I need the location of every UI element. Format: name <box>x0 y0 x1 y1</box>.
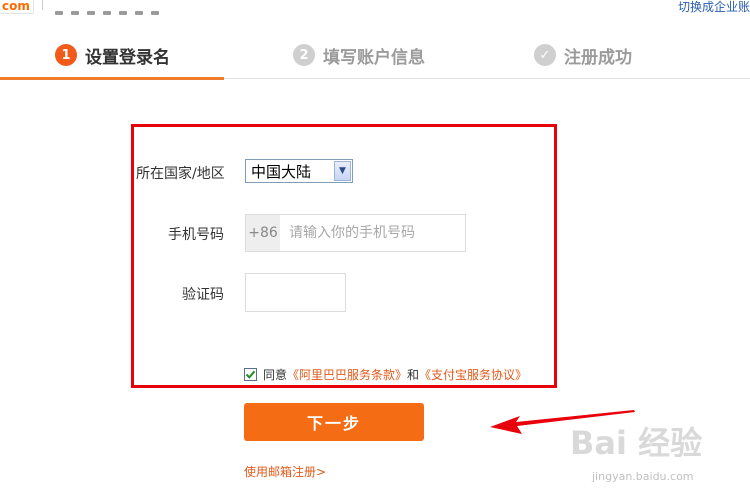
verification-code-input[interactable] <box>245 273 346 312</box>
phone-country-code: +86 <box>246 215 280 251</box>
active-step-indicator <box>0 77 224 80</box>
next-step-button[interactable]: 下一步 <box>244 403 424 441</box>
alibaba-terms-link[interactable]: 《阿里巴巴服务条款》 <box>287 366 407 383</box>
step-set-login-name: 1 设置登录名 <box>55 43 170 68</box>
logo[interactable]: com <box>0 0 34 14</box>
country-select[interactable]: 中国大陆 ▼ <box>245 159 353 183</box>
agree-and-text: 和 <box>407 368 420 382</box>
phone-input[interactable] <box>280 215 465 251</box>
step-number-badge: 2 <box>293 44 315 66</box>
check-icon: ✓ <box>534 44 556 66</box>
step-label: 设置登录名 <box>85 47 170 68</box>
watermark-logo: Bai 经验 <box>570 424 703 462</box>
phone-field-group: +86 <box>245 214 466 252</box>
switch-to-enterprise-link[interactable]: 切换成企业账 <box>678 0 750 15</box>
chevron-down-icon[interactable]: ▼ <box>334 161 351 181</box>
email-register-link[interactable]: 使用邮箱注册> <box>244 463 326 480</box>
step-label: 注册成功 <box>564 47 632 68</box>
step-number-badge: 1 <box>55 44 77 66</box>
country-label: 所在国家/地区 <box>136 166 225 182</box>
country-select-value: 中国大陆 <box>251 162 312 181</box>
agree-prefix-text: 同意 <box>263 368 288 382</box>
watermark-url: jingyan.baidu.com <box>592 470 694 483</box>
verification-code-label: 验证码 <box>182 287 224 303</box>
agreement-row: 同意 《阿里巴巴服务条款》 和 《支付宝服务协议》 <box>244 366 527 383</box>
header-tagline-fragment <box>55 0 185 15</box>
alipay-agreement-link[interactable]: 《支付宝服务协议》 <box>419 366 527 383</box>
header-divider <box>42 0 43 10</box>
step-label: 填写账户信息 <box>323 47 425 68</box>
step-register-success: ✓ 注册成功 <box>534 43 632 68</box>
baidu-jingyan-watermark: Bai 经验 jingyan.baidu.com <box>570 418 750 500</box>
step-fill-account-info: 2 填写账户信息 <box>293 43 425 68</box>
phone-label: 手机号码 <box>168 227 224 243</box>
checkmark-icon <box>245 370 256 379</box>
agree-checkbox[interactable] <box>244 368 257 381</box>
